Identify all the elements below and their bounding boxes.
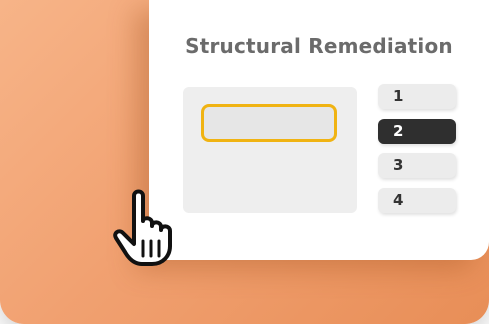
content-panel <box>183 87 357 213</box>
highlighted-input-field[interactable] <box>201 104 337 142</box>
option-label: 1 <box>393 87 404 105</box>
option-2-button[interactable]: 2 <box>378 118 456 144</box>
card-title: Structural Remediation <box>185 34 453 58</box>
option-list: 1 2 3 4 <box>378 84 456 222</box>
app-stage: Structural Remediation 1 2 3 4 <box>0 0 489 324</box>
pointing-hand-icon <box>113 189 172 266</box>
option-4-button[interactable]: 4 <box>378 187 456 213</box>
remediation-card: Structural Remediation 1 2 3 4 <box>149 0 489 260</box>
option-1-button[interactable]: 1 <box>378 84 456 109</box>
option-3-button[interactable]: 3 <box>378 153 456 178</box>
option-label: 2 <box>393 121 404 140</box>
option-label: 3 <box>393 156 404 174</box>
option-label: 4 <box>393 190 404 209</box>
